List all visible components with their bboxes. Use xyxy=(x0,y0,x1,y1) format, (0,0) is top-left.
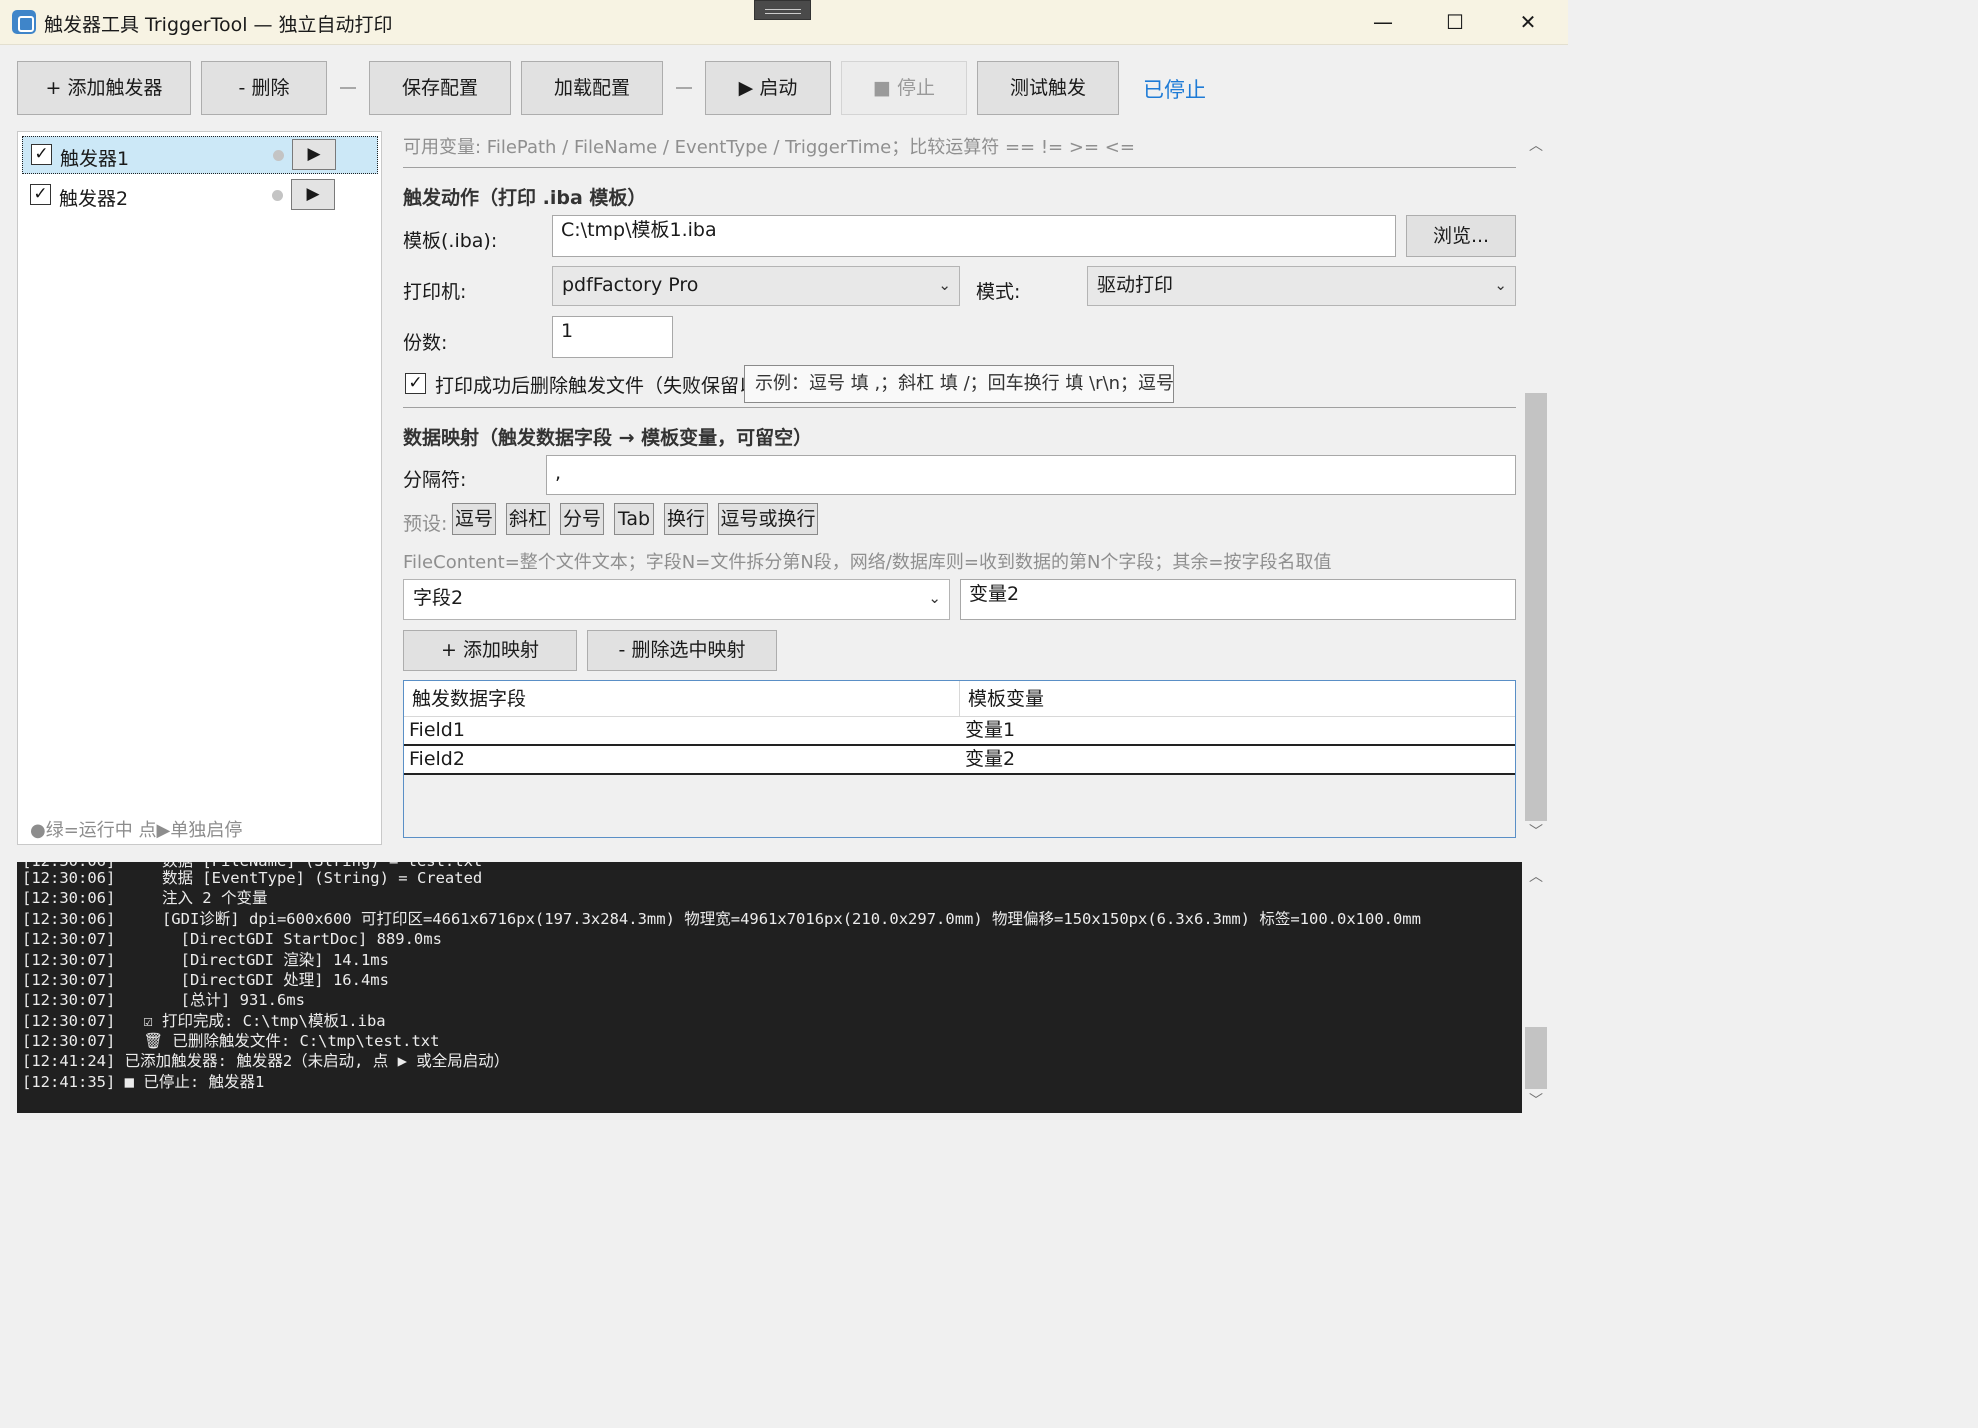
column-header-variable[interactable]: 模板变量 xyxy=(960,681,1515,717)
config-panel: 可用变量: FilePath / FileName / EventType / … xyxy=(390,131,1550,845)
load-config-button[interactable]: 加载配置 xyxy=(521,61,663,115)
maximize-button[interactable]: ☐ xyxy=(1420,0,1490,45)
table-cell: 变量1 xyxy=(965,719,1016,741)
scroll-up-icon[interactable]: ︿ xyxy=(1523,866,1549,886)
printer-select-value: pdfFactory Pro xyxy=(562,274,699,296)
table-row[interactable]: Field2 变量2 xyxy=(404,746,1515,775)
log-line: [12:30:07] [总计] 931.6ms xyxy=(22,991,305,1009)
copies-label: 份数: xyxy=(403,332,448,354)
preset-comma-button[interactable]: 逗号 xyxy=(452,503,496,535)
toolbar-separator xyxy=(676,87,692,89)
field-select[interactable]: 字段2 ⌄ xyxy=(403,579,950,620)
divider xyxy=(403,407,1516,408)
trigger-item-label: 触发器1 xyxy=(60,148,130,170)
preset-comma-or-newline-button[interactable]: 逗号或换行 xyxy=(718,503,818,535)
delete-after-print-checkbox[interactable]: ✓ xyxy=(405,373,426,394)
trigger-1-checkbox[interactable]: ✓ xyxy=(31,144,52,165)
table-cell: Field2 xyxy=(409,748,465,770)
chevron-down-icon: ⌄ xyxy=(1494,276,1507,294)
toolbar-separator xyxy=(340,87,356,89)
mode-select-value: 驱动打印 xyxy=(1097,274,1174,296)
preset-slash-button[interactable]: 斜杠 xyxy=(506,503,550,535)
printer-select[interactable]: pdfFactory Pro ⌄ xyxy=(552,266,960,306)
log-line: [12:41:35] ■ 已停止: 触发器1 xyxy=(22,1073,265,1091)
mapping-section-title: 数据映射（触发数据字段 → 模板变量，可留空） xyxy=(403,427,813,449)
log-line: [12:30:06] 注入 2 个变量 xyxy=(22,889,268,907)
browse-button[interactable]: 浏览... xyxy=(1406,215,1516,257)
divider xyxy=(403,167,1516,168)
trigger-item-label: 触发器2 xyxy=(59,188,129,210)
trigger-list: ✓ 触发器1 ▶ ✓ 触发器2 ▶ ●绿=运行中 点▶单独启停 xyxy=(17,131,382,845)
table-row[interactable]: Field1 变量1 xyxy=(404,717,1515,746)
separator-input[interactable]: , xyxy=(546,455,1516,495)
copies-input[interactable]: 1 xyxy=(552,316,673,358)
log-scrollbar[interactable]: ︿ ﹀ xyxy=(1523,862,1549,1113)
add-trigger-button[interactable]: + 添加触发器 xyxy=(17,61,191,115)
app-icon xyxy=(12,10,36,34)
mode-label: 模式: xyxy=(976,281,1021,303)
template-variable-input[interactable]: 变量2 xyxy=(960,579,1516,620)
add-mapping-button[interactable]: + 添加映射 xyxy=(403,630,577,671)
field-select-value: 字段2 xyxy=(413,587,464,609)
minimize-button[interactable]: — xyxy=(1348,0,1418,45)
close-button[interactable]: ✕ xyxy=(1493,0,1563,45)
trigger-2-play-button[interactable]: ▶ xyxy=(291,179,335,210)
start-button[interactable]: ▶ 启动 xyxy=(705,61,831,115)
log-line: [12:41:24] 已添加触发器: 触发器2（未启动, 点 ▶ 或全局启动） xyxy=(22,1052,510,1070)
preset-semicolon-button[interactable]: 分号 xyxy=(560,503,604,535)
log-line: [12:30:07] [DirectGDI 处理] 16.4ms xyxy=(22,971,389,989)
scrollbar-thumb[interactable] xyxy=(1525,1027,1547,1089)
delete-trigger-button[interactable]: - 删除 xyxy=(201,61,327,115)
scrollbar-thumb[interactable] xyxy=(1525,393,1547,821)
log-panel: [12:30:06] 数据 [FileName] (String) = test… xyxy=(17,862,1522,1113)
delete-mapping-button[interactable]: - 删除选中映射 xyxy=(587,630,777,671)
test-trigger-button[interactable]: 测试触发 xyxy=(977,61,1119,115)
window-title: 触发器工具 TriggerTool — 独立自动打印 xyxy=(44,14,393,36)
log-line: [12:30:07] [DirectGDI 渲染] 14.1ms xyxy=(22,951,389,969)
trigger-item-1[interactable]: ✓ 触发器1 ▶ xyxy=(22,136,378,174)
drag-handle-icon[interactable] xyxy=(754,0,811,20)
stop-button[interactable]: ■ 停止 xyxy=(841,61,967,115)
trigger-2-checkbox[interactable]: ✓ xyxy=(30,184,51,205)
log-line: [12:30:06] [GDI诊断] dpi=600x600 可打印区=4661… xyxy=(22,910,1421,928)
status-dot-icon xyxy=(272,190,283,201)
separator-tooltip: 示例：逗号 填 ,；斜杠 填 /；回车换行 填 \r\n；逗号或换行 xyxy=(744,365,1174,403)
log-line: [12:30:07] ☑ 打印完成: C:\tmp\模板1.iba xyxy=(22,1012,386,1030)
chevron-down-icon: ⌄ xyxy=(938,276,951,294)
status-dot-icon xyxy=(273,150,284,161)
printer-label: 打印机: xyxy=(403,281,467,303)
template-label: 模板(.iba): xyxy=(403,230,498,252)
log-line: [12:30:07] 🗑 已删除触发文件: C:\tmp\test.txt xyxy=(22,1032,440,1050)
scroll-up-icon[interactable]: ︿ xyxy=(1523,135,1549,155)
log-line: [12:30:06] 数据 [EventType] (String) = Cre… xyxy=(22,869,483,887)
list-hint: ●绿=运行中 点▶单独启停 xyxy=(30,820,243,841)
scroll-down-icon[interactable]: ﹀ xyxy=(1523,821,1549,841)
separator-label: 分隔符: xyxy=(403,469,467,491)
template-path-input[interactable]: C:\tmp\模板1.iba xyxy=(552,215,1396,257)
table-cell: 变量2 xyxy=(965,748,1016,770)
config-scrollbar[interactable]: ︿ ﹀ xyxy=(1523,131,1549,845)
log-line: [12:30:07] [DirectGDI StartDoc] 889.0ms xyxy=(22,930,442,948)
action-section-title: 触发动作（打印 .iba 模板） xyxy=(403,187,647,209)
presets-label: 预设: xyxy=(403,513,448,535)
preset-newline-button[interactable]: 换行 xyxy=(664,503,708,535)
trigger-1-play-button[interactable]: ▶ xyxy=(292,139,336,170)
save-config-button[interactable]: 保存配置 xyxy=(369,61,511,115)
field-hint: FileContent=整个文件文本；字段N=文件拆分第N段，网络/数据库则=收… xyxy=(403,552,1332,573)
chevron-down-icon: ⌄ xyxy=(928,589,941,607)
preset-tab-button[interactable]: Tab xyxy=(614,503,654,535)
variables-hint: 可用变量: FilePath / FileName / EventType / … xyxy=(403,137,1135,158)
column-header-field[interactable]: 触发数据字段 xyxy=(404,681,960,717)
scroll-down-icon[interactable]: ﹀ xyxy=(1523,1090,1549,1110)
mapping-table: 触发数据字段 模板变量 Field1 变量1 Field2 变量2 xyxy=(403,680,1516,838)
status-label: 已停止 xyxy=(1143,78,1206,102)
trigger-item-2[interactable]: ✓ 触发器2 ▶ xyxy=(22,177,378,215)
title-bar: 触发器工具 TriggerTool — 独立自动打印 — ☐ ✕ xyxy=(0,0,1568,45)
mode-select[interactable]: 驱动打印 ⌄ xyxy=(1087,266,1516,306)
table-cell: Field1 xyxy=(409,719,465,741)
